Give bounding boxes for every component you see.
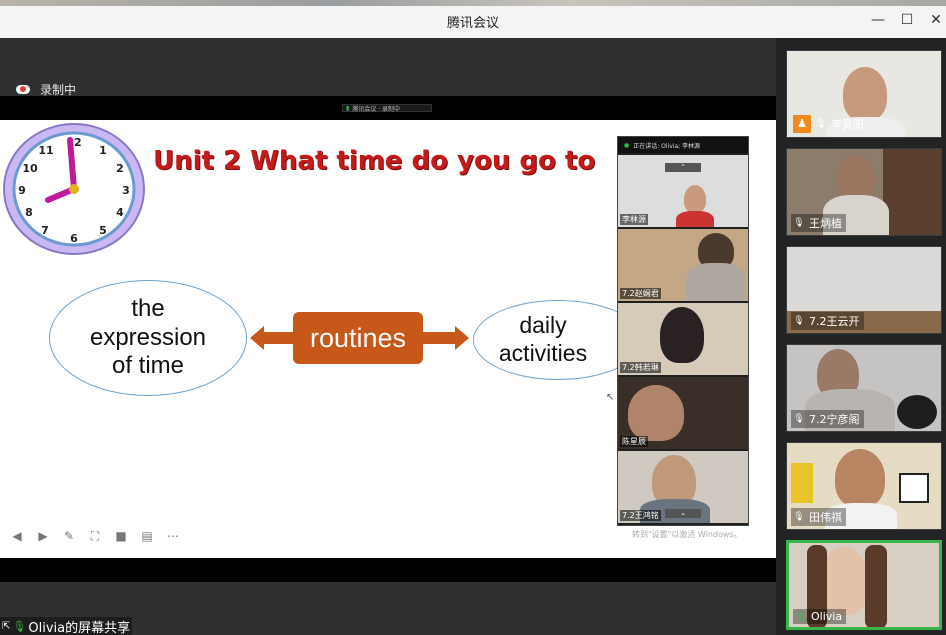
routines-box: routines (293, 312, 423, 364)
inner-video-panel: ● 正在讲话: Olivia; 李林源 ⌃ 李林源 7.2赵娴君 7.2韩若琳 … (617, 136, 749, 526)
speaking-text: 正在讲话: Olivia; 李林源 (633, 142, 701, 150)
inner-tile-name: 李林源 (620, 214, 648, 225)
participant-name: 7.2宁彦阁 (809, 413, 860, 426)
fit-icon[interactable]: ⛶ (88, 529, 102, 543)
oval-text-line: activities (498, 340, 588, 366)
svg-text:3: 3 (122, 184, 130, 197)
screen-share-label[interactable]: ⇱ 🎙 Olivia的屏幕共享 (0, 617, 133, 635)
svg-text:6: 6 (70, 232, 78, 245)
presenter-top-bar: ▮ 腾讯会议 · 录制中 (0, 96, 776, 120)
participant-name: 7.2王云开 (809, 315, 860, 328)
right-arrow (423, 332, 459, 344)
svg-text:7: 7 (41, 224, 49, 237)
mic-active-icon: 🎙 (795, 611, 807, 622)
participant-tile[interactable]: 🎙 7.2王云开 (786, 246, 942, 334)
participant-name: 王炳植 (809, 217, 842, 230)
inner-video-tile[interactable]: 7.2韩若琳 (618, 303, 748, 375)
mic-muted-icon: 🎙 (793, 218, 805, 228)
participant-tile[interactable]: ♟ 🎙 李昊阳 (786, 50, 942, 138)
left-arrowhead-icon (250, 326, 264, 350)
inner-tile-name: 7.2韩若琳 (620, 362, 661, 373)
mic-icon: ● (624, 141, 630, 149)
mic-muted-icon: 🎙 (815, 119, 827, 129)
signal-icon: ▮ (346, 104, 350, 112)
svg-text:5: 5 (99, 224, 107, 237)
oval-expression-of-time: the expression of time (49, 280, 247, 396)
presenter-bottom-bar (0, 558, 776, 582)
svg-text:10: 10 (22, 162, 38, 175)
more-icon[interactable]: ⋯ (166, 529, 180, 543)
mic-muted-icon: 🎙 (793, 414, 805, 424)
mic-muted-icon: 🎙 (793, 316, 805, 326)
inner-video-tile[interactable]: ⌃ 李林源 (618, 155, 748, 227)
right-arrowhead-icon (455, 326, 469, 350)
window-title: 腾讯会议 (446, 16, 499, 31)
participant-name: Olivia (811, 610, 843, 623)
participant-sidebar: ♟ 🎙 李昊阳 🎙 王炳植 🎙 7.2王云开 🎙 7.2宁彦阁 🎙 田伟祺 🎙 … (776, 38, 946, 635)
host-icon: ♟ (793, 115, 811, 133)
clock-icon: 1212 345 678 91011 (3, 123, 145, 255)
speaking-header: ● 正在讲话: Olivia; 李林源 (618, 137, 748, 153)
pen-icon[interactable]: ✎ (62, 529, 76, 543)
scroll-up-icon[interactable]: ⌃ (665, 163, 701, 172)
svg-text:4: 4 (116, 206, 124, 219)
comment-icon[interactable]: ▤ (140, 529, 154, 543)
desktop-strip (0, 0, 946, 6)
inner-video-tile[interactable]: 陈星辰 (618, 377, 748, 449)
inner-video-tile[interactable]: 7.2赵娴君 (618, 229, 748, 301)
share-icon: ⇱ (2, 620, 11, 632)
svg-text:8: 8 (25, 206, 33, 219)
slide-title: Unit 2 What time do you go to (153, 146, 596, 176)
participant-name: 田伟祺 (809, 511, 842, 524)
mic-muted-icon: 🎙 (793, 512, 805, 522)
participant-tile[interactable]: 🎙 7.2宁彦阁 (786, 344, 942, 432)
cloud-record-icon (16, 85, 30, 94)
slide-controls: ◀ ▶ ✎ ⛶ ■ ▤ ⋯ (10, 529, 180, 543)
participant-tile-speaking[interactable]: 🎙 Olivia (786, 540, 942, 630)
oval-text-line: expression (89, 323, 207, 351)
meeting-mini-toolbar[interactable]: ▮ 腾讯会议 · 录制中 (342, 104, 432, 113)
inner-tile-name: 7.2王鸿铭 (620, 510, 661, 521)
meeting-window: 腾讯会议 — ☐ ✕ 录制中 ▮ 腾讯会议 · 录制中 12 1 2 345 6… (0, 0, 946, 635)
inner-tile-name: 7.2赵娴君 (620, 288, 661, 299)
mouse-cursor-icon: ↖ (606, 392, 615, 403)
oval-text-line: daily (519, 312, 567, 339)
participant-tile[interactable]: 🎙 王炳植 (786, 148, 942, 236)
activation-watermark: 转到"设置"以激活 Windows。 (632, 530, 742, 539)
inner-tile-name: 陈星辰 (620, 436, 648, 447)
maximize-button[interactable]: ☐ (897, 10, 917, 30)
camera-icon[interactable]: ■ (114, 529, 128, 543)
minimize-button[interactable]: — (868, 10, 888, 30)
prev-icon[interactable]: ◀ (10, 529, 24, 543)
svg-text:9: 9 (18, 184, 26, 197)
next-icon[interactable]: ▶ (36, 529, 50, 543)
share-label: Olivia的屏幕共享 (28, 620, 131, 635)
participant-tile[interactable]: 🎙 田伟祺 (786, 442, 942, 530)
close-button[interactable]: ✕ (926, 10, 946, 30)
svg-text:2: 2 (116, 162, 124, 175)
title-bar: 腾讯会议 — ☐ ✕ (0, 0, 946, 38)
mini-toolbar-text: 腾讯会议 · 录制中 (352, 105, 401, 113)
scroll-down-icon[interactable]: ⌄ (665, 509, 701, 518)
oval-text-line: the (131, 294, 165, 322)
participant-name: 李昊阳 (831, 118, 864, 131)
svg-text:1: 1 (99, 144, 107, 157)
svg-text:11: 11 (38, 144, 53, 157)
inner-video-tile[interactable]: ⌄ 7.2王鸿铭 (618, 451, 748, 523)
oval-text-line: of time (111, 352, 185, 380)
mic-icon: 🎙 (12, 619, 27, 633)
